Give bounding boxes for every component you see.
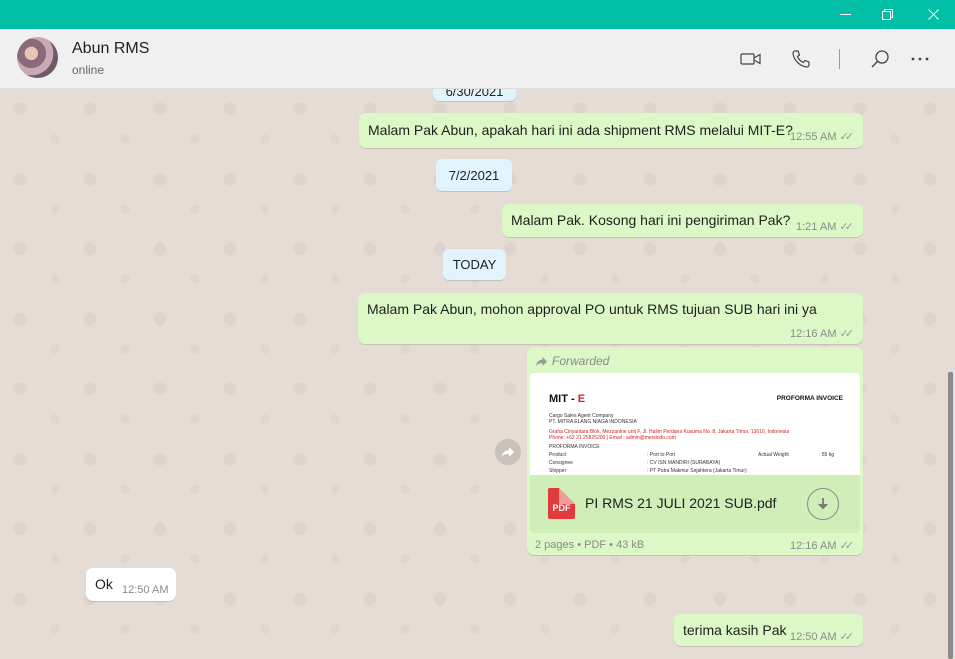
date-chip-today: TODAY [443,249,506,280]
doc-row-extra: Actual Weight [758,452,789,458]
forward-icon [502,447,514,457]
doc-row-extra-value: : 55 kg [819,452,835,458]
chat-scrollbar[interactable] [946,89,955,659]
close-icon [927,9,939,20]
restore-icon [881,9,893,20]
doc-title: PROFORMA INVOICE [776,395,843,402]
date-chip: 7/2/2021 [436,159,512,191]
message-time: 12:16 AM [790,327,837,340]
search-button[interactable] [867,46,893,72]
voice-call-icon [792,50,810,68]
message-meta: 12:50 AM ✓✓ [790,630,854,644]
scrollbar-thumb[interactable] [948,372,953,659]
avatar[interactable] [17,37,58,78]
message-meta: 1:21 AM ✓✓ [796,220,854,234]
close-button[interactable] [910,0,955,29]
video-call-icon [740,53,761,65]
message-text: Malam Pak Abun, mohon approval PO untuk … [367,301,817,317]
message-text: Ok [95,576,113,592]
forwarded-arrow-icon [536,356,547,366]
message-meta: 12:50 AM [122,584,168,596]
minimize-icon [839,14,851,15]
message-meta: 12:55 AM ✓✓ [790,130,854,144]
doc-company-name: PT. MITRA ELANG NIAGA INDONESIA [549,419,637,425]
delivered-ticks-icon: ✓✓ [839,328,854,340]
download-button[interactable] [807,488,839,520]
search-icon [871,50,889,68]
forward-button[interactable] [495,439,521,465]
date-chip: 6/30/2021 [433,89,516,101]
delivered-ticks-icon: ✓✓ [839,631,854,643]
doc-row-value: : Port to Port [647,452,676,458]
message-bubble-outgoing[interactable]: Malam Pak Abun, mohon approval PO untuk … [358,293,863,344]
delivered-ticks-icon: ✓✓ [839,131,854,143]
doc-row-label: Consignee [549,460,573,466]
document-filename: PI RMS 21 JULI 2021 SUB.pdf [585,495,777,511]
header-divider [839,49,840,69]
minimize-button[interactable] [822,0,868,29]
message-time: 12:55 AM [790,130,837,143]
contact-name[interactable]: Abun RMS [72,40,149,58]
doc-row-label: Product [549,452,567,458]
message-text: terima kasih Pak [683,622,787,638]
message-time: 12:50 AM [790,630,837,643]
delivered-ticks-icon: ✓✓ [839,540,854,552]
message-meta: 12:16 AM ✓✓ [790,539,854,553]
message-time: 1:21 AM [796,220,837,233]
conversation-header: Abun RMS online [0,29,955,89]
message-text: Malam Pak Abun, apakah hari ini ada ship… [368,122,793,138]
forwarded-text: Forwarded [552,354,610,368]
message-bubble-outgoing[interactable]: Malam Pak. Kosong hari ini pengiriman Pa… [502,204,863,237]
message-bubble-incoming[interactable]: Ok 12:50 AM [86,568,176,601]
message-time: 12:16 AM [790,539,837,552]
document-file-bar[interactable]: PDF PI RMS 21 JULI 2021 SUB.pdf [530,475,860,533]
restore-button[interactable] [864,0,910,29]
date-chip-label: TODAY [452,257,497,272]
more-options-button[interactable] [907,46,933,72]
doc-section: PROFORMA INVOICE [549,444,600,450]
video-call-button[interactable] [738,46,764,72]
document-file-info: 2 pages • PDF • 43 kB [535,539,645,551]
message-time: 12:50 AM [122,584,169,596]
doc-row-label: Shipper [549,468,567,474]
message-bubble-outgoing[interactable]: Malam Pak Abun, apakah hari ini ada ship… [359,113,863,148]
download-arrow-icon [818,498,828,510]
pdf-icon: PDF [548,488,575,519]
window-titlebar [0,0,955,29]
doc-contact: Phone: +62 21 25825200 | Email : admin@m… [549,435,676,441]
date-chip-label: 6/30/2021 [445,89,504,99]
voice-call-button[interactable] [788,46,814,72]
doc-row-value: : CV ISN MANDIRI (SURABAYA) [647,460,721,466]
forwarded-label: Forwarded [535,354,609,368]
document-message-bubble[interactable]: Forwarded MIT - E PROFORMA INVOICE Cargo… [527,347,863,555]
message-text: Malam Pak. Kosong hari ini pengiriman Pa… [511,212,791,228]
message-bubble-outgoing[interactable]: terima kasih Pak 12:50 AM ✓✓ [674,614,863,646]
document-preview[interactable]: MIT - E PROFORMA INVOICE Cargo Sales Age… [530,373,860,475]
more-options-icon [911,57,929,61]
doc-row-value: : PT Putra Makmur Sejahtera (Jakarta Tim… [647,468,747,474]
message-meta: 12:16 AM ✓✓ [790,327,854,341]
chat-area[interactable]: 6/30/2021 Malam Pak Abun, apakah hari in… [0,89,955,659]
doc-logo: MIT - E [549,393,586,405]
delivered-ticks-icon: ✓✓ [839,221,854,233]
date-chip-label: 7/2/2021 [448,167,500,183]
contact-status: online [72,63,105,77]
